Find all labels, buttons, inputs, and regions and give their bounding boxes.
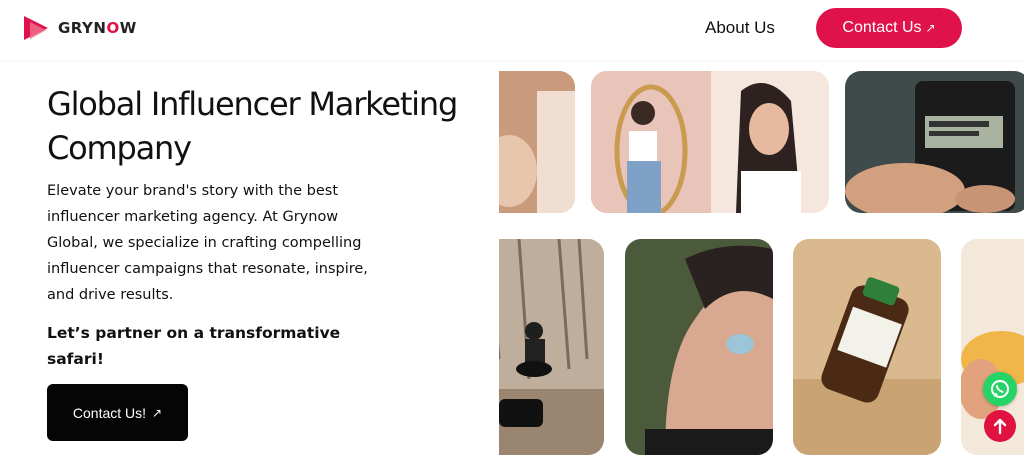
grynow-logo[interactable]: GRYNOW — [20, 12, 137, 44]
hero-cta-text: Let’s partner on a transformative safari… — [47, 324, 341, 368]
hero-contact-button[interactable]: Contact Us! ↗ — [47, 384, 188, 441]
scroll-to-top-button[interactable] — [984, 410, 1016, 442]
whatsapp-button[interactable] — [983, 372, 1017, 406]
hero-contact-label: Contact Us! — [72, 404, 147, 421]
nav-contact-label: Contact Us — [842, 19, 922, 36]
site-header: GRYNOW About Us Contact Us ↗ — [0, 0, 1024, 60]
arrow-up-right-icon: ↗ — [152, 405, 163, 420]
influencer-gallery — [499, 60, 1024, 455]
gallery-image-moringa-bottle — [793, 239, 941, 455]
hero-description: Elevate your brand's story with the best… — [47, 183, 368, 303]
arrow-up-right-icon: ↗ — [925, 21, 936, 35]
arrow-up-icon — [993, 418, 1007, 435]
logo-wordmark: GRYNOW — [58, 19, 137, 37]
whatsapp-icon — [991, 380, 1009, 398]
play-logo-icon — [24, 16, 48, 40]
nav-about-us-link[interactable]: About Us — [705, 18, 775, 38]
hero-title: Global Influencer Marketing Company — [47, 85, 458, 167]
nav-contact-us-button[interactable]: Contact Us ↗ — [816, 8, 962, 48]
gallery-image-earbud — [625, 239, 773, 455]
gallery-image-calculator — [845, 71, 1024, 213]
gallery-image-influencer-partial — [499, 71, 575, 213]
gallery-image-motorbike — [499, 239, 604, 455]
gallery-image-influencer-selfie — [591, 71, 829, 213]
